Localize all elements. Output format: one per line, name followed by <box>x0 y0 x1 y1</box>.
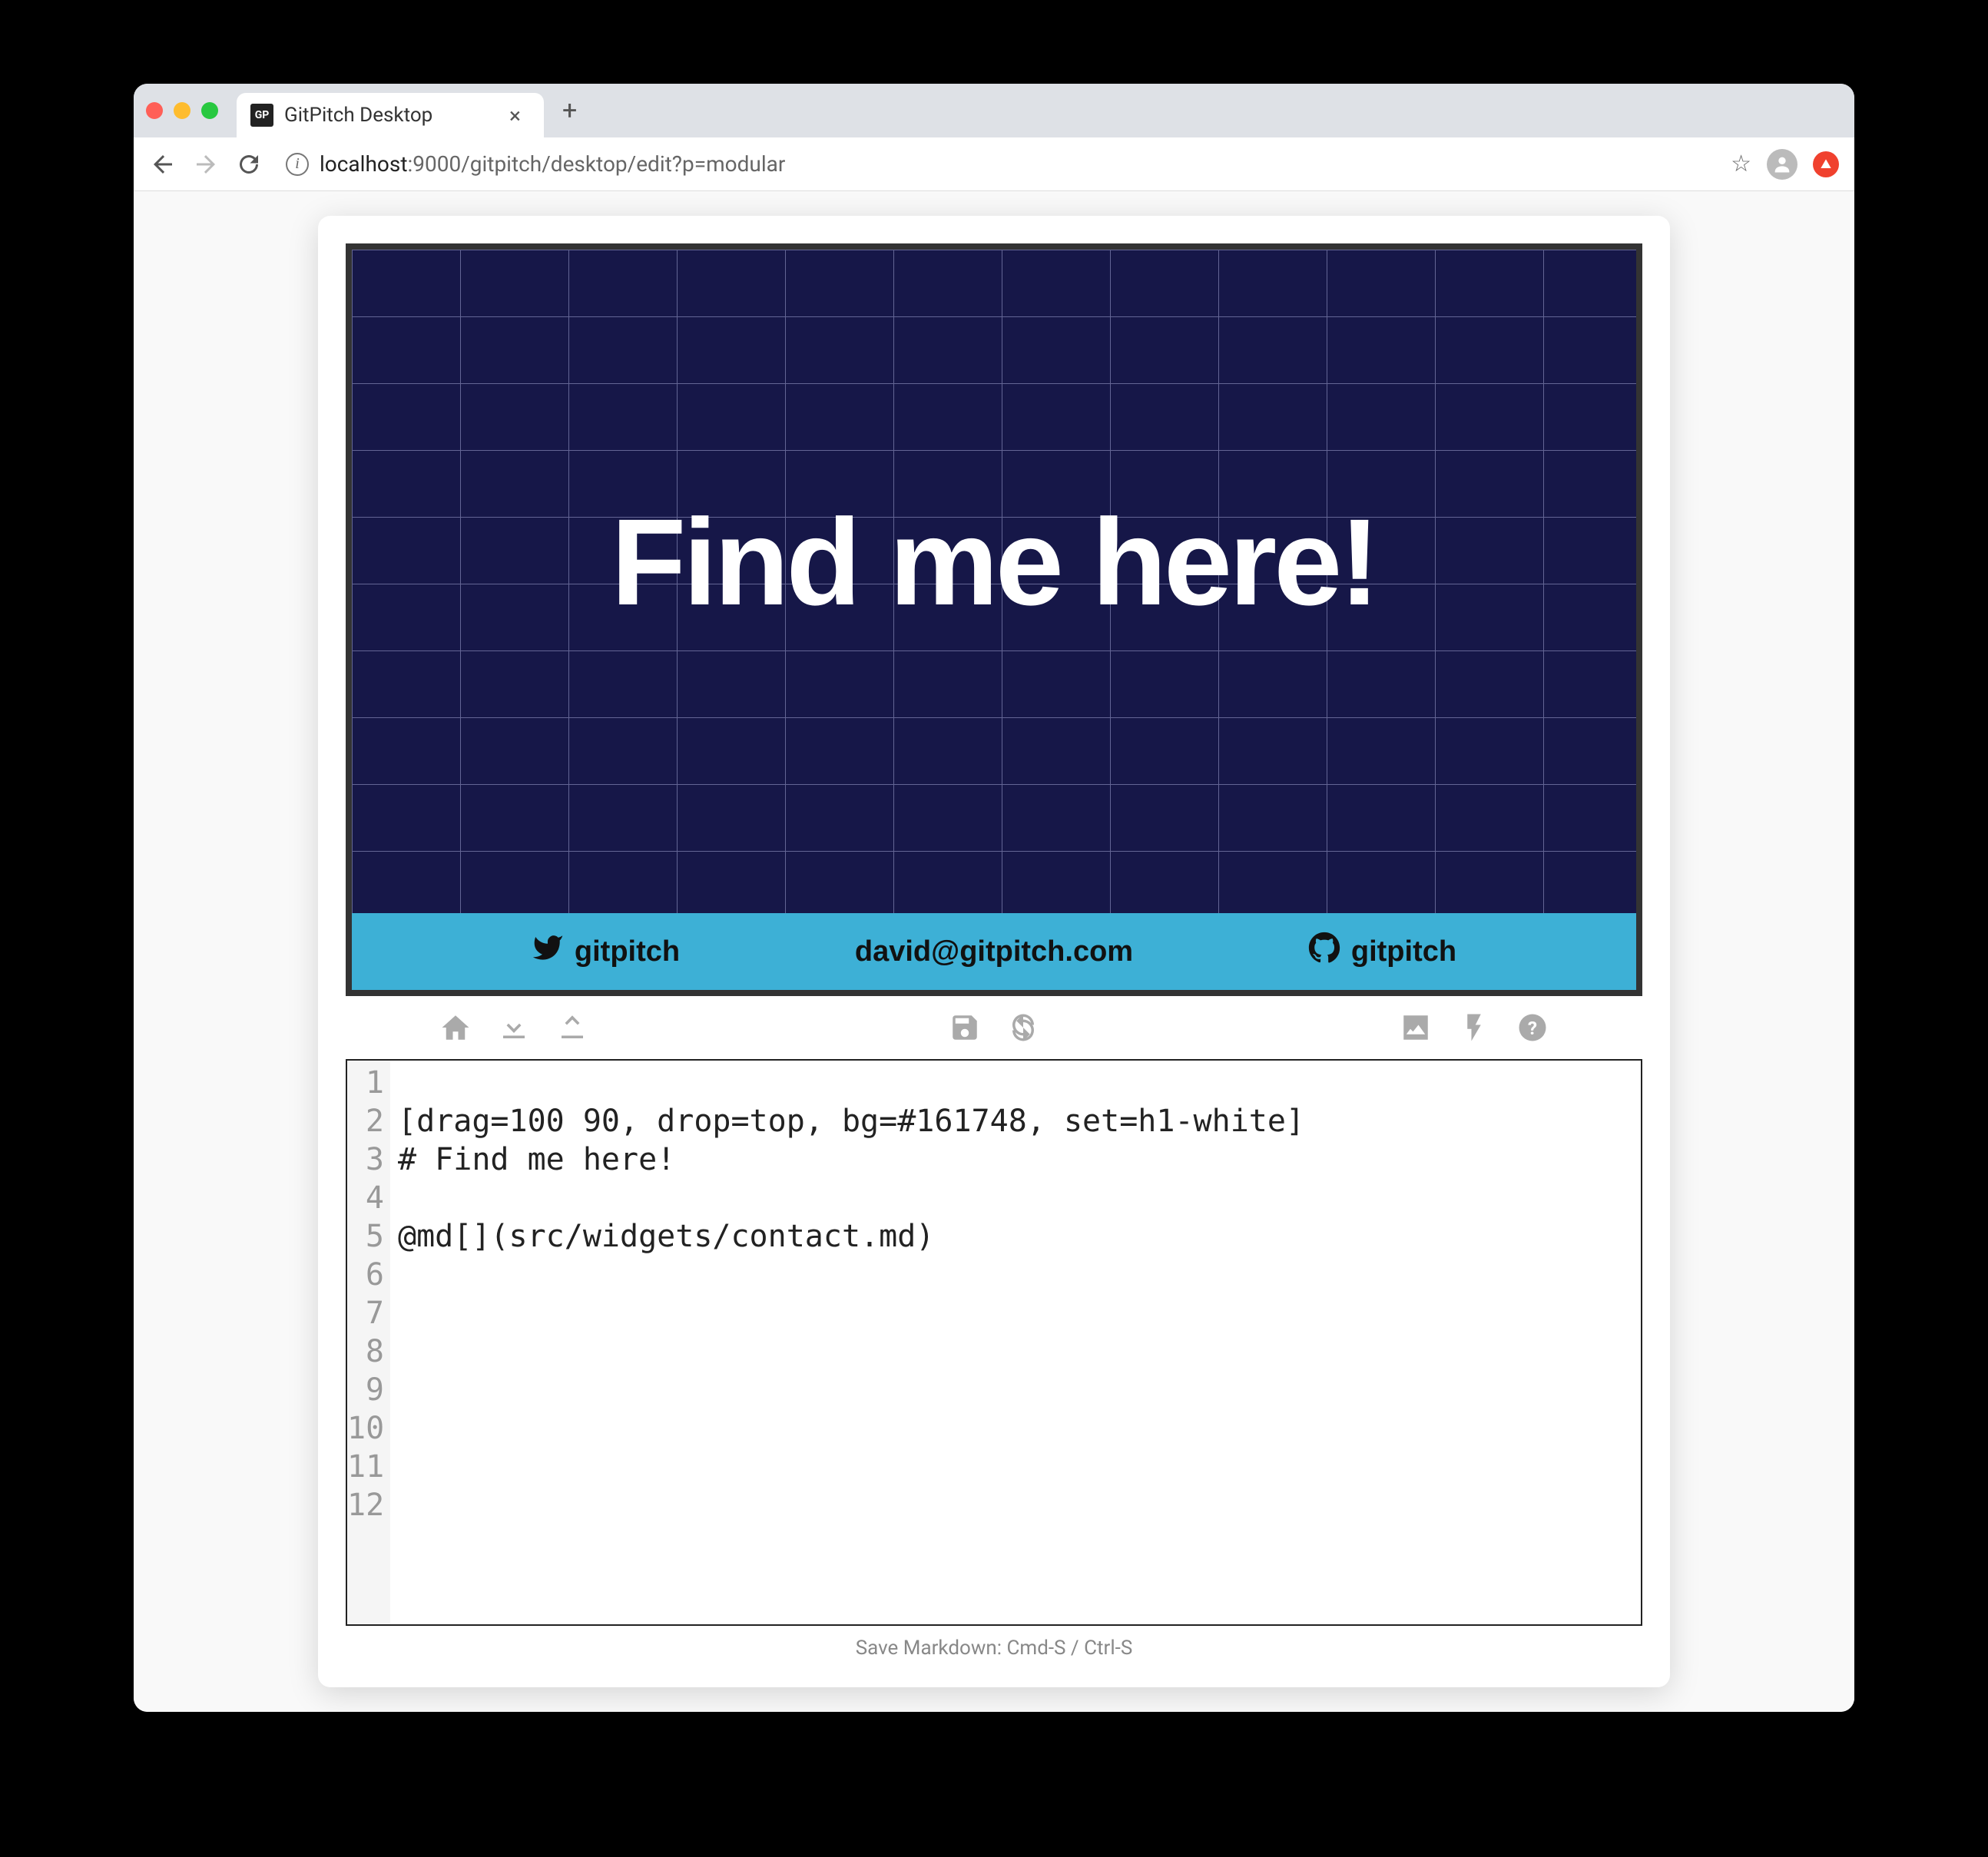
code-line[interactable] <box>398 1332 1641 1371</box>
titlebar: GP GitPitch Desktop × + <box>134 84 1854 137</box>
profile-button[interactable] <box>1767 149 1797 180</box>
site-info-icon[interactable]: i <box>286 153 309 176</box>
back-button[interactable] <box>149 151 177 178</box>
contact-github: gitpitch <box>1308 932 1456 972</box>
tab-favicon: GP <box>250 104 273 127</box>
line-number: 11 <box>347 1448 384 1486</box>
close-tab-button[interactable]: × <box>509 103 521 128</box>
contact-email: david@gitpitch.com <box>855 935 1133 968</box>
app-frame: Find me here! gitpitch david@gitpitch.co… <box>318 216 1670 1687</box>
code-line[interactable] <box>398 1486 1641 1524</box>
line-number: 8 <box>347 1332 384 1371</box>
maximize-window-button[interactable] <box>201 102 218 119</box>
svg-text:?: ? <box>1528 1017 1537 1039</box>
image-button[interactable] <box>1398 1010 1433 1045</box>
window-controls <box>146 102 218 119</box>
close-window-button[interactable] <box>146 102 163 119</box>
slide-background: Find me here! <box>352 250 1636 913</box>
browser-tab[interactable]: GP GitPitch Desktop × <box>237 93 544 137</box>
home-button[interactable] <box>438 1010 473 1045</box>
github-label: gitpitch <box>1351 935 1456 968</box>
tab-title: GitPitch Desktop <box>284 104 499 127</box>
address-bar[interactable]: i localhost:9000/gitpitch/desktop/edit?p… <box>278 151 1715 177</box>
line-number: 10 <box>347 1409 384 1448</box>
line-number: 1 <box>347 1064 384 1102</box>
reload-button[interactable] <box>235 151 263 178</box>
line-number: 9 <box>347 1371 384 1409</box>
url-path: :9000/gitpitch/desktop/edit?p=modular <box>407 151 785 177</box>
line-number: 6 <box>347 1256 384 1294</box>
help-button[interactable]: ? <box>1515 1010 1550 1045</box>
upload-button[interactable] <box>555 1010 590 1045</box>
code-line[interactable] <box>398 1179 1641 1217</box>
forward-button[interactable] <box>192 151 220 178</box>
code-line[interactable] <box>398 1448 1641 1486</box>
line-number: 4 <box>347 1179 384 1217</box>
bookmark-button[interactable]: ☆ <box>1731 151 1751 177</box>
twitter-icon <box>532 932 564 972</box>
code-line[interactable]: [drag=100 90, drop=top, bg=#161748, set=… <box>398 1102 1641 1140</box>
line-number: 5 <box>347 1217 384 1256</box>
code-line[interactable]: # Find me here! <box>398 1140 1641 1179</box>
slide-footer: gitpitch david@gitpitch.com gitpitch <box>352 913 1636 990</box>
code-line[interactable] <box>398 1409 1641 1448</box>
contact-twitter: gitpitch <box>532 932 680 972</box>
status-bar: Save Markdown: Cmd-S / Ctrl-S <box>346 1626 1642 1660</box>
extension-icon[interactable] <box>1813 151 1839 177</box>
refresh-button[interactable] <box>1006 1010 1041 1045</box>
content-area: Find me here! gitpitch david@gitpitch.co… <box>134 191 1854 1712</box>
code-editor[interactable]: 123456789101112 [drag=100 90, drop=top, … <box>346 1059 1642 1626</box>
browser-window: GP GitPitch Desktop × + i localhost:9000… <box>134 84 1854 1712</box>
editor-gutter: 123456789101112 <box>347 1061 390 1624</box>
new-tab-button[interactable]: + <box>562 95 577 126</box>
line-number: 7 <box>347 1294 384 1332</box>
slide-preview: Find me here! gitpitch david@gitpitch.co… <box>346 243 1642 996</box>
minimize-window-button[interactable] <box>174 102 191 119</box>
github-icon <box>1308 932 1340 972</box>
slide-heading: Find me here! <box>611 492 1377 633</box>
save-button[interactable] <box>947 1010 982 1045</box>
line-number: 3 <box>347 1140 384 1179</box>
code-line[interactable] <box>398 1371 1641 1409</box>
email-label: david@gitpitch.com <box>855 935 1133 968</box>
editor-toolbar: ? <box>346 996 1642 1059</box>
browser-toolbar: i localhost:9000/gitpitch/desktop/edit?p… <box>134 137 1854 191</box>
line-number: 12 <box>347 1486 384 1524</box>
download-button[interactable] <box>496 1010 532 1045</box>
code-line[interactable]: @md[](src/widgets/contact.md) <box>398 1217 1641 1256</box>
line-number: 2 <box>347 1102 384 1140</box>
twitter-label: gitpitch <box>575 935 680 968</box>
editor-code[interactable]: [drag=100 90, drop=top, bg=#161748, set=… <box>390 1061 1641 1624</box>
code-line[interactable] <box>398 1294 1641 1332</box>
flash-button[interactable] <box>1456 1010 1492 1045</box>
url-host: localhost <box>320 151 407 177</box>
code-line[interactable] <box>398 1256 1641 1294</box>
code-line[interactable] <box>398 1064 1641 1102</box>
